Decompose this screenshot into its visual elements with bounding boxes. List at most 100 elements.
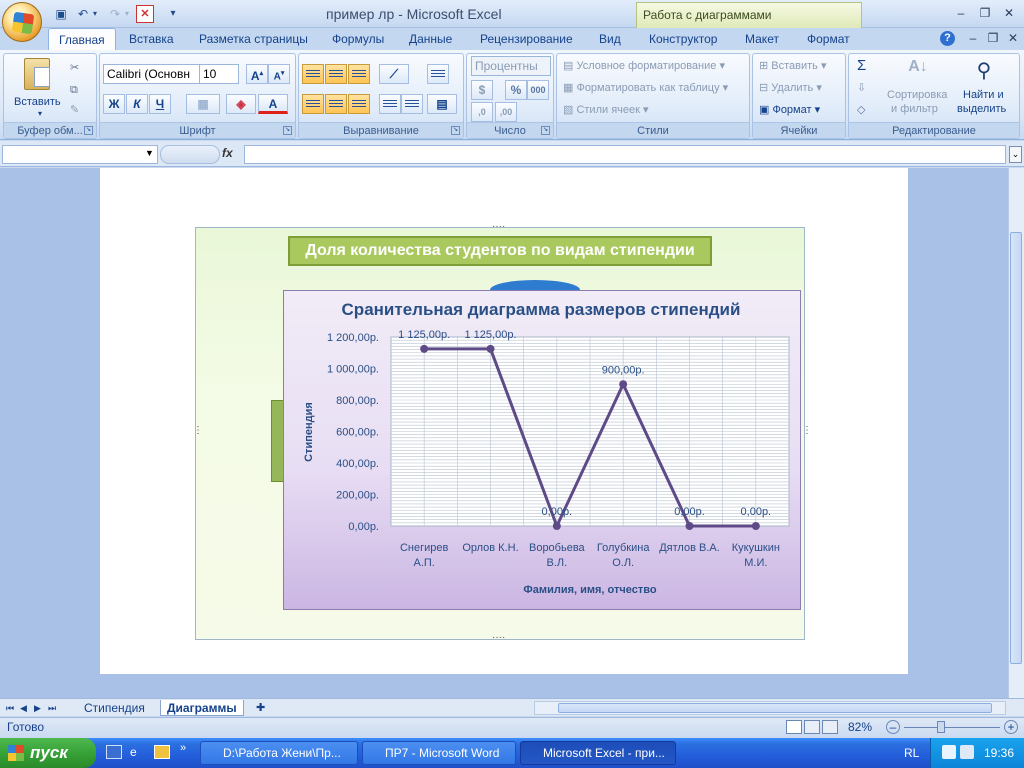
doc-minimize-icon[interactable]: – (962, 29, 984, 47)
tab-review[interactable]: Рецензирование (480, 28, 573, 50)
font-name-select[interactable]: Calibri (Основн (103, 64, 200, 84)
page-layout-view-icon[interactable] (804, 720, 820, 734)
thousands-button[interactable]: 000 (527, 80, 549, 100)
sheet-tab-stipend[interactable]: Стипендия (84, 700, 145, 716)
tab-layout[interactable]: Макет (745, 28, 779, 50)
clipboard-launcher-icon[interactable]: ↘ (84, 126, 93, 135)
find-binoculars-icon[interactable]: ⚲ (971, 58, 997, 86)
normal-view-icon[interactable] (786, 720, 802, 734)
copy-icon[interactable]: ⧉ (70, 80, 78, 100)
sort-filter-icon[interactable]: A↓ (905, 58, 931, 86)
tab-view[interactable]: Вид (599, 28, 621, 50)
insert-cells-button[interactable]: ⊞ Вставить ▾ (759, 56, 827, 76)
underline-button[interactable]: Ч (149, 94, 171, 114)
delete-cells-button[interactable]: ⊟ Удалить ▾ (759, 78, 822, 98)
zoom-out-icon[interactable]: – (886, 720, 900, 734)
close-window-icon[interactable]: ✕ (998, 4, 1020, 22)
find-select-line2[interactable]: выделить (957, 102, 1006, 116)
horizontal-scroll-thumb[interactable] (558, 703, 992, 713)
number-launcher-icon[interactable]: ↘ (541, 126, 550, 135)
volume-icon[interactable] (942, 745, 956, 759)
chart-resize-handle-right[interactable]: ⋮ (802, 426, 812, 436)
grow-font-icon[interactable]: A▴ (246, 64, 268, 84)
zoom-in-icon[interactable]: + (1004, 720, 1018, 734)
customize-qat-icon[interactable]: ▾ (166, 5, 180, 23)
font-color-button[interactable]: А (258, 94, 288, 114)
sort-filter-line2[interactable]: и фильтр (891, 102, 938, 116)
network-icon[interactable] (960, 745, 974, 759)
save-icon[interactable]: ▣ (52, 5, 70, 23)
align-center-icon[interactable] (325, 94, 347, 114)
start-button[interactable]: пуск (0, 738, 96, 768)
tab-format[interactable]: Формат (807, 28, 850, 50)
y-axis-title[interactable]: Стипендия (303, 402, 315, 462)
first-sheet-icon[interactable]: ⏮ (6, 700, 14, 716)
insert-function-button[interactable]: fx (222, 146, 233, 160)
currency-icon[interactable]: $ (471, 80, 493, 100)
chart-resize-handle-top[interactable]: ···· (492, 222, 505, 232)
clear-icon[interactable]: ◇ (857, 100, 865, 120)
quicklaunch-more-icon[interactable]: » (180, 742, 186, 754)
show-desktop-icon[interactable] (106, 745, 122, 759)
fill-color-icon[interactable]: ◈ (226, 94, 256, 114)
close-icon[interactable]: ✕ (136, 5, 154, 23)
restore-icon[interactable]: ❐ (974, 4, 996, 22)
formula-input[interactable] (244, 145, 1006, 164)
paste-dropdown-icon[interactable]: ▾ (38, 104, 42, 124)
sheet-tab-charts[interactable]: Диаграммы (160, 700, 244, 716)
task-explorer[interactable]: D:\Работа Жени\Пр... (200, 741, 358, 765)
tab-page-layout[interactable]: Разметка страницы (199, 28, 308, 50)
formula-bar-handle[interactable] (160, 145, 220, 164)
cell-styles-button[interactable]: ▧ Стили ячеек ▾ (563, 100, 649, 120)
align-top-icon[interactable] (302, 64, 324, 84)
tab-data[interactable]: Данные (409, 28, 452, 50)
quicklaunch-folder-icon[interactable] (154, 745, 170, 759)
cut-icon[interactable]: ✂ (70, 58, 79, 78)
align-middle-icon[interactable] (325, 64, 347, 84)
sort-filter-line1[interactable]: Сортировка (887, 88, 947, 102)
fill-icon[interactable]: ⇩ (857, 78, 866, 98)
decrease-decimal-icon[interactable]: ,00 (495, 102, 517, 122)
doc-close-icon[interactable]: ✕ (1002, 29, 1024, 47)
language-indicator[interactable]: RL (904, 746, 919, 760)
task-word[interactable]: ПР7 - Microsoft Word (362, 741, 516, 765)
number-format-select[interactable]: Процентны (471, 56, 551, 76)
task-excel[interactable]: Microsoft Excel - при... (520, 741, 676, 765)
x-axis-title[interactable]: Фамилия, имя, отчество (523, 584, 656, 596)
doc-restore-icon[interactable]: ❐ (982, 29, 1004, 47)
align-right-icon[interactable] (348, 94, 370, 114)
tab-formulas[interactable]: Формулы (332, 28, 384, 50)
percent-button[interactable]: % (505, 80, 527, 100)
orientation-icon[interactable]: ⟋ (379, 64, 409, 84)
decrease-indent-icon[interactable] (379, 94, 401, 114)
next-sheet-icon[interactable]: ▶ (34, 700, 41, 716)
find-select-line1[interactable]: Найти и (963, 88, 1004, 102)
font-size-select[interactable]: 10 (199, 64, 239, 84)
align-bottom-icon[interactable] (348, 64, 370, 84)
borders-icon[interactable]: ▦ (186, 94, 220, 114)
zoom-slider-thumb[interactable] (937, 721, 945, 733)
alignment-launcher-icon[interactable]: ↘ (451, 126, 460, 135)
name-box-dropdown-icon[interactable]: ▼ (145, 148, 154, 158)
minimize-icon[interactable]: – (950, 4, 972, 22)
paste-icon[interactable] (24, 58, 50, 90)
prev-sheet-icon[interactable]: ◀ (20, 700, 27, 716)
zoom-slider[interactable] (904, 727, 1000, 728)
tab-insert[interactable]: Вставка (129, 28, 174, 50)
wrap-text-icon[interactable] (427, 64, 449, 84)
tab-design[interactable]: Конструктор (649, 28, 717, 50)
tab-home[interactable]: Главная (48, 28, 116, 50)
shrink-font-icon[interactable]: A▾ (268, 64, 290, 84)
align-left-icon[interactable] (302, 94, 324, 114)
help-icon[interactable]: ? (940, 31, 955, 46)
page-break-view-icon[interactable] (822, 720, 838, 734)
outer-chart-title[interactable]: Доля количества студентов по видам стипе… (288, 236, 712, 266)
merge-cells-icon[interactable]: ▤ (427, 94, 457, 114)
format-cells-button[interactable]: ▣ Формат ▾ (759, 100, 820, 120)
format-painter-icon[interactable]: ✎ (70, 100, 79, 120)
chart-resize-handle-left[interactable]: ⋮ (193, 426, 203, 436)
vertical-scroll-thumb[interactable] (1010, 232, 1022, 664)
ie-icon[interactable]: e (130, 745, 146, 759)
zoom-level[interactable]: 82% (848, 720, 872, 734)
redo-dropdown-icon[interactable]: ▾ (122, 5, 132, 23)
